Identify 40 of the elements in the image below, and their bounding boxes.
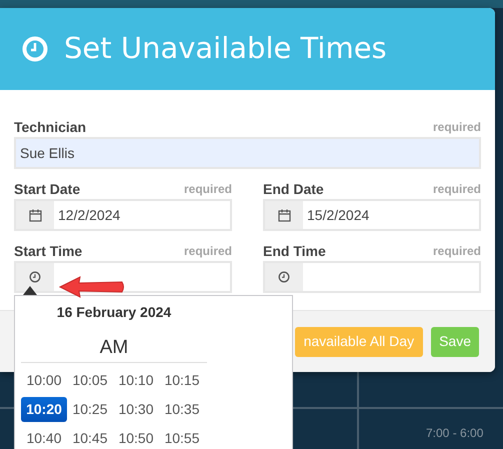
time-option[interactable]: 10:25	[67, 397, 113, 422]
field-label: Technician	[14, 118, 86, 136]
time-option[interactable]: 10:10	[113, 368, 159, 393]
arrow-icon	[58, 276, 126, 298]
time-slot-label: 7:00 - 6:00	[426, 425, 484, 442]
time-option[interactable]: 10:00	[21, 368, 67, 393]
required-label: required	[184, 181, 232, 198]
field-value: 15/2/2024	[307, 206, 370, 224]
time-option[interactable]: 10:55	[159, 426, 205, 449]
input-field[interactable]: Sue Ellis	[14, 137, 481, 169]
field-value: 12/2/2024	[58, 206, 120, 224]
calendar-icon	[278, 208, 290, 222]
required-label: required	[432, 119, 481, 136]
time-option[interactable]: 10:35	[159, 397, 205, 422]
clock-icon	[29, 271, 41, 283]
clock-icon	[22, 36, 48, 62]
date-field[interactable]: 15/2/2024	[263, 199, 481, 231]
field-label: End Date	[263, 180, 324, 198]
period-label: AM	[21, 321, 207, 363]
time-field[interactable]	[263, 261, 481, 293]
time-option[interactable]: 10:45	[67, 426, 113, 449]
required-label: required	[184, 243, 232, 260]
time-option[interactable]: 10:20	[21, 397, 67, 422]
calendar-icon	[28, 208, 42, 222]
time-option[interactable]: 10:40	[21, 426, 67, 449]
picker-date: 16 February 2024	[56, 303, 172, 321]
field-label: End Time	[263, 242, 326, 260]
date-field[interactable]: 12/2/2024	[14, 199, 232, 231]
time-option[interactable]: 10:30	[113, 397, 159, 422]
required-label: required	[432, 181, 481, 198]
required-label: required	[432, 243, 481, 260]
time-field[interactable]	[14, 261, 232, 293]
field-label: Start Date	[14, 180, 80, 198]
dialog-title: Set Unavailable Times	[64, 30, 387, 68]
clock-icon	[278, 271, 290, 283]
time-option[interactable]: 10:15	[159, 368, 205, 393]
field-value: Sue Ellis	[20, 144, 74, 162]
time-option[interactable]: 10:05	[67, 368, 113, 393]
time-option[interactable]: 10:50	[113, 426, 159, 449]
field-label: Start Time	[14, 242, 82, 260]
